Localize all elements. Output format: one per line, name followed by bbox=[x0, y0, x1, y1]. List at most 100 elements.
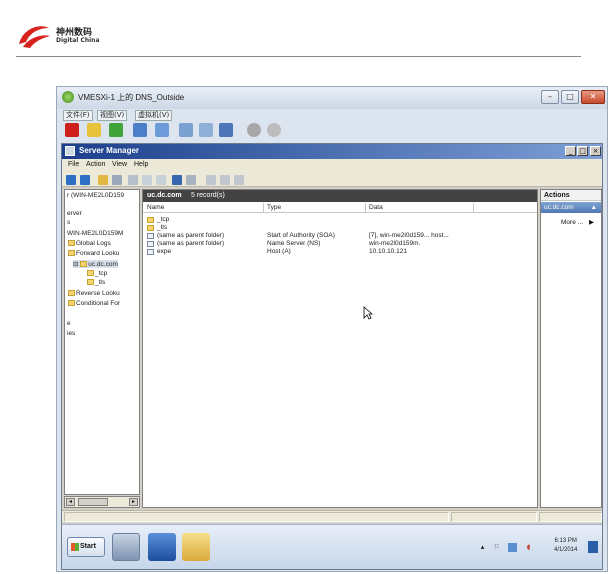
column-divider[interactable] bbox=[365, 203, 366, 213]
volume-icon[interactable]: ◖ bbox=[524, 543, 533, 552]
tree-item[interactable]: s bbox=[67, 219, 70, 226]
folder-icon bbox=[87, 270, 94, 277]
menu-view[interactable]: View bbox=[112, 161, 127, 168]
server-manager-title: Server Manager bbox=[79, 146, 140, 155]
tree-item-tcp[interactable]: _tcp bbox=[87, 270, 107, 277]
tree-item-dns-server[interactable]: WIN-ME2L0D159M bbox=[67, 230, 123, 237]
vm-minimize-button[interactable]: – bbox=[541, 90, 559, 104]
snapshot-icon[interactable] bbox=[155, 123, 169, 137]
back-icon[interactable] bbox=[66, 175, 76, 185]
sm-minimize-button[interactable]: _ bbox=[565, 146, 576, 156]
cd-drive-icon[interactable] bbox=[247, 123, 261, 137]
tree-item-conditional-forwarders[interactable]: Conditional For bbox=[68, 300, 120, 307]
show-desktop-button[interactable] bbox=[588, 541, 598, 553]
server-manager-title-bar[interactable]: Server Manager _ □ × bbox=[62, 144, 602, 159]
mouse-cursor-icon bbox=[363, 306, 373, 320]
console-icon[interactable] bbox=[219, 123, 233, 137]
vm-menu-vm[interactable]: 虚拟机(V) bbox=[135, 110, 173, 121]
manage-snapshot-icon[interactable] bbox=[199, 123, 213, 137]
header-rule bbox=[16, 56, 581, 57]
tree-item[interactable]: ies bbox=[67, 330, 75, 337]
revert-snapshot-icon[interactable] bbox=[179, 123, 193, 137]
vm-maximize-button[interactable]: □ bbox=[561, 90, 579, 104]
dns-record-icon bbox=[147, 233, 154, 239]
tree-item-reverse-lookup[interactable]: Reverse Looku bbox=[68, 290, 120, 297]
scroll-left-icon[interactable]: ◂ bbox=[66, 498, 75, 506]
dns-record-icon bbox=[147, 241, 154, 247]
scroll-right-icon[interactable]: ▸ bbox=[129, 498, 138, 506]
tree-item-tls[interactable]: _tls bbox=[87, 279, 105, 286]
help-icon[interactable] bbox=[172, 175, 182, 185]
expand-icon[interactable]: ⊟ bbox=[73, 261, 80, 268]
sm-menu-bar: File Action View Help bbox=[62, 159, 602, 173]
up-folder-icon[interactable] bbox=[98, 175, 108, 185]
status-bar bbox=[62, 510, 602, 522]
tree-item-zone[interactable]: ⊟ uc.dc.com bbox=[73, 260, 118, 268]
action-center-flag-icon[interactable]: ⚐ bbox=[492, 543, 501, 552]
network-icon[interactable] bbox=[508, 543, 517, 552]
more-actions-link[interactable]: More ... ▶ bbox=[561, 218, 594, 226]
record-count: 5 record(s) bbox=[191, 192, 225, 199]
dns-record-icon bbox=[147, 249, 154, 255]
start-button[interactable]: Start bbox=[67, 537, 105, 557]
show-tree-icon[interactable] bbox=[112, 175, 122, 185]
table-row[interactable]: (same as parent folder) Name Server (NS)… bbox=[143, 240, 537, 248]
table-row[interactable]: _tcp bbox=[143, 216, 537, 224]
collapse-icon[interactable]: ▲ bbox=[591, 202, 597, 213]
tree-item-forward-lookup[interactable]: Forward Looku bbox=[68, 250, 119, 257]
tree-item[interactable]: erver bbox=[67, 210, 82, 217]
folder-icon bbox=[68, 240, 75, 247]
actions-zone-section[interactable]: uc.dc.com ▲ bbox=[541, 202, 601, 213]
new-host-icon[interactable] bbox=[206, 175, 216, 185]
suspend-icon[interactable] bbox=[87, 123, 101, 137]
powershell-taskbar-icon[interactable] bbox=[148, 533, 176, 561]
tree-item-global-logs[interactable]: Global Logs bbox=[68, 240, 111, 247]
column-type[interactable]: Type bbox=[267, 204, 281, 211]
status-segment bbox=[451, 512, 537, 522]
vm-menu-view[interactable]: 视图(V) bbox=[97, 110, 128, 121]
menu-action[interactable]: Action bbox=[86, 161, 105, 168]
vm-menu-file[interactable]: 文件(F) bbox=[63, 110, 93, 121]
vm-close-button[interactable]: ✕ bbox=[581, 90, 605, 104]
table-row[interactable]: _tls bbox=[143, 224, 537, 232]
reset-icon[interactable] bbox=[133, 123, 147, 137]
status-segment bbox=[64, 512, 449, 522]
scroll-thumb[interactable] bbox=[78, 498, 108, 506]
column-name[interactable]: Name bbox=[147, 204, 164, 211]
status-segment bbox=[539, 512, 602, 522]
show-hidden-icons-icon[interactable]: ▴ bbox=[478, 543, 487, 552]
properties-icon[interactable] bbox=[128, 175, 138, 185]
tree-item[interactable]: e bbox=[67, 320, 71, 327]
view-icon[interactable] bbox=[186, 175, 196, 185]
guest-desktop: Server Manager _ □ × File Action View He… bbox=[61, 143, 603, 570]
tree-horizontal-scrollbar[interactable]: ◂ ▸ bbox=[64, 496, 140, 508]
folder-icon bbox=[87, 279, 94, 286]
power-off-icon[interactable] bbox=[65, 123, 79, 137]
clock[interactable]: 6:13 PM 4/1/2014 bbox=[554, 537, 577, 555]
column-data[interactable]: Data bbox=[369, 204, 383, 211]
zone-header: uc.dc.com 5 record(s) bbox=[143, 190, 537, 202]
digital-china-logo-icon bbox=[19, 26, 50, 48]
tree-item[interactable]: r (WIN-ME2L0D159 bbox=[67, 192, 124, 199]
new-record-icon[interactable] bbox=[220, 175, 230, 185]
column-divider[interactable] bbox=[473, 203, 474, 213]
zone-icon bbox=[80, 261, 88, 268]
new-folder-icon[interactable] bbox=[234, 175, 244, 185]
digital-china-logo: 神州数码 Digital China bbox=[16, 22, 126, 52]
column-divider[interactable] bbox=[263, 203, 264, 213]
sm-maximize-button[interactable]: □ bbox=[577, 146, 588, 156]
menu-help[interactable]: Help bbox=[134, 161, 148, 168]
refresh-icon[interactable] bbox=[142, 175, 152, 185]
folder-icon bbox=[147, 225, 154, 231]
server-manager-taskbar-icon[interactable] bbox=[112, 533, 140, 561]
export-icon[interactable] bbox=[156, 175, 166, 185]
sm-close-button[interactable]: × bbox=[590, 146, 601, 156]
floppy-drive-icon[interactable] bbox=[267, 123, 281, 137]
vm-title-bar[interactable]: VMESXi-1 上的 DNS_Outside – □ ✕ bbox=[57, 87, 607, 109]
table-row[interactable]: expe Host (A) 10.10.10.121 bbox=[143, 248, 537, 256]
table-row[interactable]: (same as parent folder) Start of Authori… bbox=[143, 232, 537, 240]
forward-icon[interactable] bbox=[80, 175, 90, 185]
power-on-icon[interactable] bbox=[109, 123, 123, 137]
menu-file[interactable]: File bbox=[68, 161, 79, 168]
explorer-taskbar-icon[interactable] bbox=[182, 533, 210, 561]
